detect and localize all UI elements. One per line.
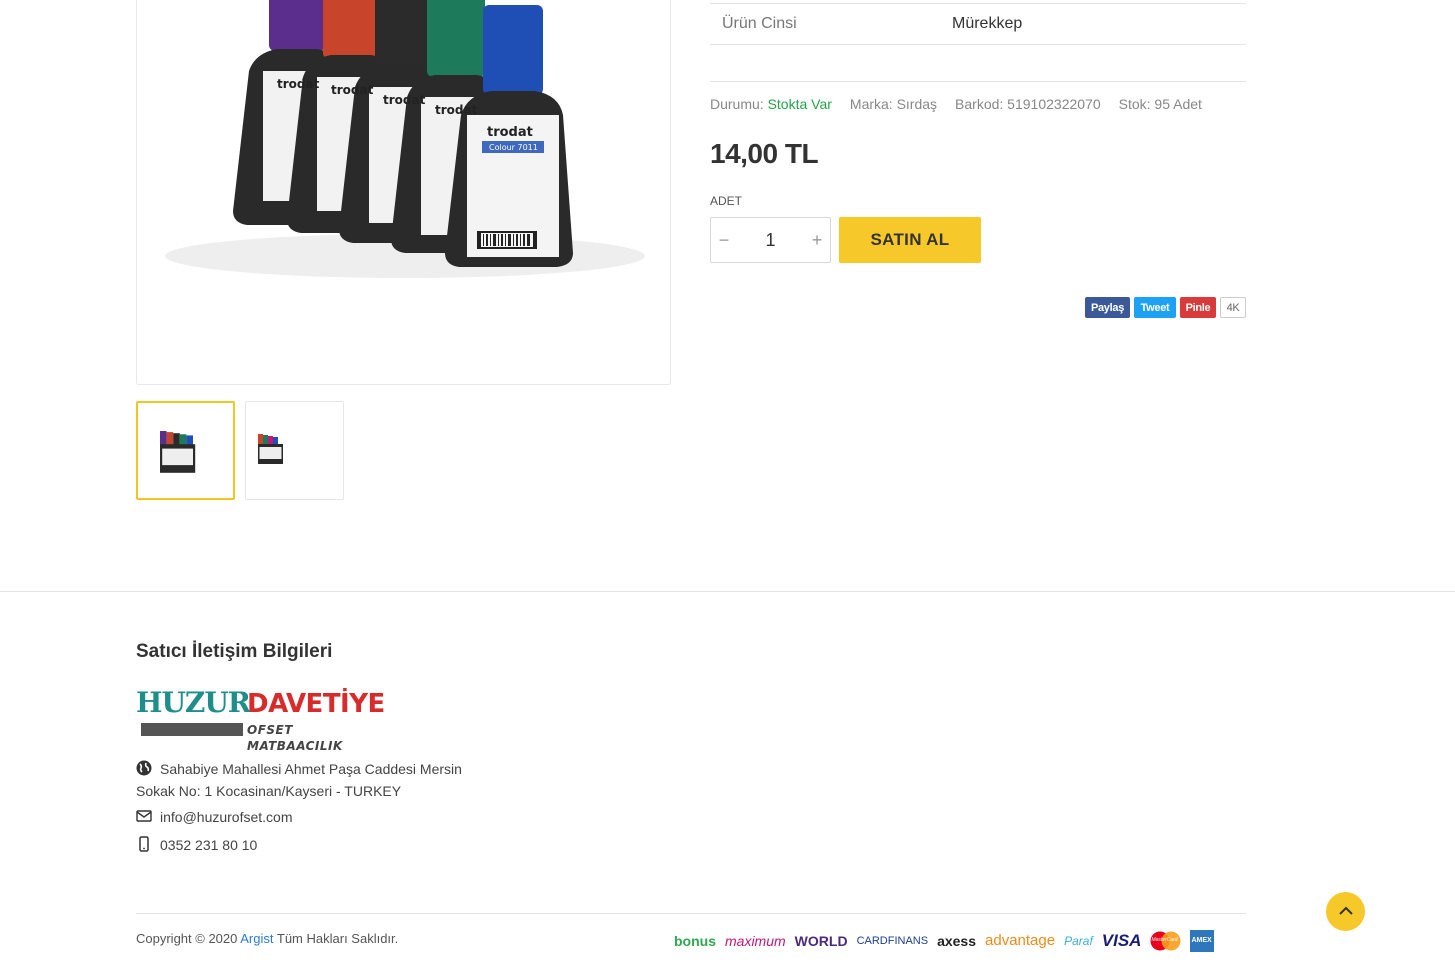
product-stock: Stok: 95 Adet — [1118, 96, 1202, 112]
maximum-card-logo: maximum — [725, 933, 786, 949]
pinterest-share-button[interactable]: Pinle — [1180, 297, 1216, 318]
advantage-card-logo: advantage — [985, 932, 1056, 949]
stock-status-value: Stokta Var — [767, 96, 832, 112]
quantity-increase-button[interactable]: + — [804, 230, 830, 251]
seller-logo[interactable]: HUZUR DAVETİYE OFSET MATBAACILIK — [136, 686, 391, 753]
buy-button[interactable]: SATIN AL — [839, 217, 981, 263]
facebook-share-button[interactable]: Paylaş — [1085, 297, 1130, 318]
phone-number: 0352 231 80 10 — [160, 837, 258, 853]
copyright-prefix: Copyright © 2020 — [136, 931, 238, 946]
world-card-logo: WORLD — [794, 933, 848, 949]
stock-status-label: Durumu: — [710, 96, 764, 112]
product-spec-table: Ürün Cinsi Mürekkep — [710, 3, 1246, 45]
product-meta: Durumu: Stokta Var Marka: Sırdaş Barkod:… — [710, 96, 1202, 112]
stock-status: Durumu: Stokta Var — [710, 96, 832, 112]
logo-ofset-text: OFSET MATBAACILIK — [247, 723, 343, 753]
seller-info-title: Satıcı İletişim Bilgileri — [136, 641, 333, 662]
globe-icon — [136, 760, 156, 781]
bottle-label: trodat — [487, 125, 533, 140]
footer-divider — [0, 591, 1455, 592]
info-divider — [710, 81, 1246, 82]
amex-logo-text: AMEX — [1191, 937, 1212, 944]
paraf-card-logo: Paraf — [1064, 934, 1093, 948]
quantity-decrease-button[interactable]: − — [711, 230, 737, 251]
product-thumbnail-1[interactable] — [136, 401, 235, 500]
visa-logo: VISA — [1101, 931, 1142, 950]
copyright-divider — [136, 913, 1246, 914]
cardfinans-logo: CARDFINANS — [856, 935, 929, 947]
email-link[interactable]: info@huzurofset.com — [160, 809, 293, 825]
bottle-label: trodat — [331, 83, 374, 97]
twitter-share-button[interactable]: Tweet — [1134, 297, 1176, 318]
logo-bar — [141, 723, 243, 736]
spec-row: Ürün Cinsi Mürekkep — [710, 4, 1246, 45]
address-line-2: Sokak No: 1 Kocasinan/Kayseri - TURKEY — [136, 782, 402, 799]
copyright: Copyright © 2020 Argist Tüm Hakları Sakl… — [136, 931, 398, 946]
mastercard-logo: MasterCard — [1150, 931, 1181, 951]
envelope-icon — [136, 808, 156, 828]
copyright-suffix: Tüm Hakları Saklıdır. — [276, 931, 399, 946]
mobile-phone-icon — [136, 836, 156, 857]
product-price: 14,00 TL — [710, 138, 819, 169]
seller-email: info@huzurofset.com — [136, 807, 293, 828]
product-thumbnail-2[interactable] — [245, 401, 344, 500]
quantity-label: ADET — [710, 194, 743, 208]
bottle-label: trodat — [435, 103, 478, 117]
amex-logo: AMEX — [1190, 930, 1215, 952]
quantity-stepper: − + — [710, 217, 831, 263]
payment-card-logos: bonus maximum WORLD CARDFINANS axess adv… — [674, 929, 1215, 953]
bottle-label: trodat — [383, 93, 426, 107]
bottle-colour-label: Colour 7011 — [489, 143, 538, 152]
scroll-to-top-button[interactable] — [1326, 892, 1365, 931]
address-line-1: Sahabiye Mahallesi Ahmet Paşa Caddesi Me… — [160, 761, 462, 777]
bonus-card-logo: bonus — [674, 933, 716, 949]
bottle-label: trodat — [277, 77, 320, 91]
quantity-input[interactable] — [737, 229, 804, 251]
logo-davetiye-text: DAVETİYE — [247, 689, 385, 719]
axess-card-logo: axess — [937, 933, 977, 949]
seller-phone: 0352 231 80 10 — [136, 835, 257, 857]
chevron-up-icon — [1338, 903, 1354, 921]
product-barcode: Barkod: 519102322070 — [955, 96, 1101, 112]
logo-huzur-text: HUZUR — [136, 686, 251, 719]
seller-address: Sahabiye Mahallesi Ahmet Paşa Caddesi Me… — [136, 759, 462, 801]
product-brand: Marka: Sırdaş — [849, 96, 938, 112]
argist-link[interactable]: Argist — [240, 931, 273, 946]
spec-value: Mürekkep — [952, 15, 1023, 32]
mastercard-logo-text: MasterCard — [1151, 937, 1178, 943]
share-count: 4K — [1220, 297, 1246, 318]
spec-key: Ürün Cinsi — [722, 15, 797, 32]
product-main-image[interactable]: trodat trodat trodat trodat trodat Colou… — [136, 0, 671, 385]
